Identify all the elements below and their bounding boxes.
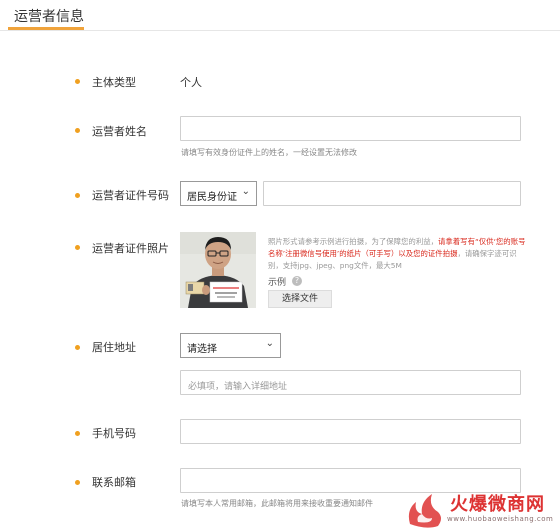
id-type-selected: 居民身份证 — [187, 192, 237, 203]
entity-type-label: 主体类型 — [92, 76, 136, 89]
phone-label: 手机号码 — [92, 427, 136, 440]
example-photo — [180, 232, 256, 308]
email-hint: 请填写本人常用邮箱，此邮箱将用来接收重要通知邮件 — [181, 499, 373, 508]
chevron-down-icon: ⌄ — [265, 338, 274, 349]
question-icon[interactable]: ? — [292, 276, 302, 286]
active-tab-indicator — [8, 27, 84, 30]
address-detail-placeholder: 必填项，请输入详细地址 — [188, 382, 288, 392]
id-photo-instructions: 照片形式请参考示例进行拍摄，为了保障您的利益，请拿着写有“仅供‘您的账号名称’注… — [268, 236, 526, 272]
id-number-label: 运营者证件号码 — [92, 189, 169, 202]
chevron-down-icon: ⌄ — [241, 186, 250, 197]
address-region-selected: 请选择 — [187, 344, 217, 355]
required-dot — [75, 480, 80, 485]
entity-type-value: 个人 — [180, 76, 202, 89]
required-dot — [75, 245, 80, 250]
operator-name-input[interactable] — [180, 116, 521, 141]
section-tab-bar: 运营者信息 — [0, 0, 560, 31]
id-number-input[interactable] — [263, 181, 521, 206]
address-detail-input[interactable]: 必填项，请输入详细地址 — [180, 370, 521, 395]
choose-file-button[interactable]: 选择文件 — [268, 290, 332, 308]
person-holding-note-image — [180, 232, 256, 308]
watermark-text: 火爆微商网 — [450, 494, 545, 515]
note-part-1: 照片形式请参考示例进行拍摄，为了保障您的利益， — [268, 237, 438, 246]
required-dot — [75, 79, 80, 84]
phone-input[interactable] — [180, 419, 521, 444]
id-type-select[interactable]: 居民身份证 ⌄ — [180, 181, 257, 206]
required-dot — [75, 193, 80, 198]
watermark-url: www.huobaoweishang.com — [447, 515, 554, 523]
required-dot — [75, 431, 80, 436]
required-dot — [75, 128, 80, 133]
id-photo-label: 运营者证件照片 — [92, 242, 169, 255]
operator-name-hint: 请填写有效身份证件上的姓名，一经设置无法修改 — [181, 148, 357, 157]
email-label: 联系邮箱 — [92, 476, 136, 489]
section-tab-title[interactable]: 运营者信息 — [14, 6, 84, 26]
address-region-select[interactable]: 请选择 ⌄ — [180, 333, 281, 358]
example-label: 示例 — [268, 278, 287, 288]
required-dot — [75, 345, 80, 350]
operator-name-label: 运营者姓名 — [92, 125, 147, 138]
address-label: 居住地址 — [92, 341, 136, 354]
